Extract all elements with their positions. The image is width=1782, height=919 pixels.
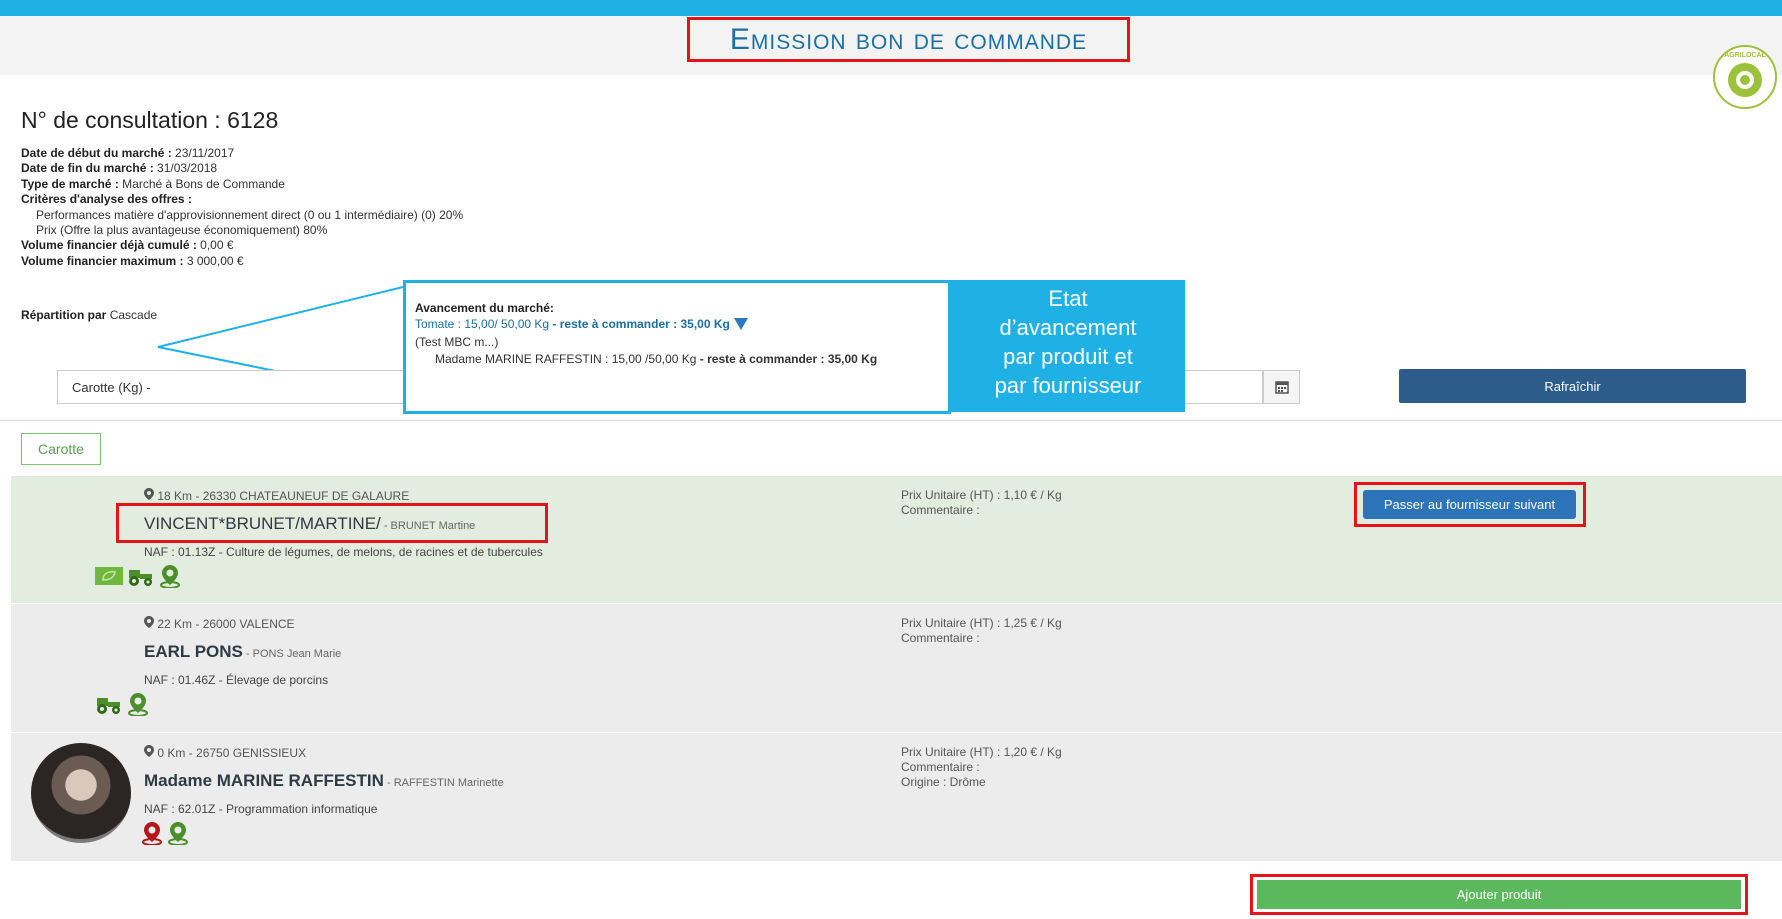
repartition: Répartition par Cascade xyxy=(21,308,157,322)
date-start-label: Date de début du marché : xyxy=(21,146,176,160)
supplier-location: 22 Km - 26000 VALENCE xyxy=(144,616,295,631)
supplier-comment: Commentaire : xyxy=(901,760,980,774)
map-pin-icon xyxy=(128,693,148,716)
volume-max: 3 000,00 € xyxy=(186,253,244,268)
location-text: 0 Km - 26750 GENISSIEUX xyxy=(157,746,307,760)
criteria-item: Prix (Offre la plus avantageuse économiq… xyxy=(36,223,328,238)
annotation-callout: Etat d’avancement par produit et par fou… xyxy=(951,280,1185,412)
supplier-progress: Madame MARINE RAFFESTIN : 15,00 /50,00 K… xyxy=(435,352,697,366)
progress-popup: Avancement du marché: Tomate : 15,00/ 50… xyxy=(403,280,951,414)
product-progress: Tomate : 15,00/ 50,00 Kg xyxy=(415,317,550,331)
date-start: 23/11/2017 xyxy=(175,146,235,160)
tractor-icon xyxy=(97,698,120,714)
progress-header: Avancement du marché: xyxy=(415,301,554,315)
supplier-price: Prix Unitaire (HT) : 1,25 € / Kg xyxy=(901,616,1062,630)
supplier-contact: - RAFFESTIN Marinette xyxy=(383,777,504,789)
volume-max-label: Volume financier maximum : xyxy=(21,253,187,268)
supplier-name-highlight xyxy=(116,503,548,543)
volume-cumul-label: Volume financier déjà cumulé : xyxy=(21,238,201,253)
callout-line: par produit et xyxy=(1003,344,1133,369)
supplier-row[interactable]: 22 Km - 26000 VALENCE EARL PONS - PONS J… xyxy=(11,604,1782,732)
supplier-origin: Origine : Drôme xyxy=(901,775,986,789)
market-type-label: Type de marché : xyxy=(21,176,123,191)
callout-line: Etat xyxy=(1048,286,1088,311)
supplier-remaining: - reste à commander : 35,00 Kg xyxy=(696,352,878,366)
consultation-info: Date de début du marché : 23/11/2017 Dat… xyxy=(21,146,463,269)
location-icon xyxy=(144,488,154,500)
supplier-price: Prix Unitaire (HT) : 1,10 € / Kg xyxy=(901,488,1062,502)
expand-triangle-icon[interactable] xyxy=(733,318,748,330)
supplier-location: 18 Km - 26330 CHATEAUNEUF DE GALAURE xyxy=(144,488,409,503)
refresh-button[interactable]: Rafraîchir xyxy=(1399,369,1746,403)
supplier-icons xyxy=(141,821,189,845)
date-end: 31/03/2018 xyxy=(157,161,218,176)
product-filter-input[interactable]: Carotte (Kg) - xyxy=(57,370,417,404)
location-icon xyxy=(144,616,154,628)
criteria-item: Performances matière d'approvisionnement… xyxy=(36,207,464,222)
supplier-naf: NAF : 01.46Z - Élevage de porcins xyxy=(144,673,329,687)
supplier-price: Prix Unitaire (HT) : 1,20 € / Kg xyxy=(901,745,1062,759)
consultation-number: N° de consultation : 6128 xyxy=(21,107,279,133)
supplier-location: 0 Km - 26750 GENISSIEUX xyxy=(144,745,306,760)
next-supplier-button[interactable]: Passer au fournisseur suivant xyxy=(1363,490,1576,519)
supplier-name-line: Madame MARINE RAFFESTIN - RAFFESTIN Mari… xyxy=(144,771,504,791)
supplier-comment: Commentaire : xyxy=(901,503,980,517)
bio-icon xyxy=(95,567,123,585)
logo-text: AGRILOCAL xyxy=(1724,52,1766,59)
product-remaining: - reste à commander : 35,00 Kg xyxy=(549,317,730,331)
top-color-bar xyxy=(0,0,1782,16)
page-title: Emission bon de commande xyxy=(729,22,1088,56)
date-end-label: Date de fin du marché : xyxy=(21,161,158,176)
market-type: Marché à Bons de Commande xyxy=(122,176,285,191)
tab-carotte[interactable]: Carotte xyxy=(21,433,101,465)
tractor-icon xyxy=(129,570,152,586)
avatar xyxy=(31,743,131,843)
supplier-price-block: Prix Unitaire (HT) : 1,25 € / Kg Comment… xyxy=(901,616,1062,646)
location-icon xyxy=(144,745,154,757)
supplier-icons xyxy=(95,692,149,716)
supplier-comment: Commentaire : xyxy=(901,631,980,645)
test-line: (Test MBC m...) xyxy=(415,335,499,349)
supplier-naf: NAF : 01.13Z - Culture de légumes, de me… xyxy=(144,545,543,559)
callout-line: d’avancement xyxy=(999,315,1137,340)
agrilocal-logo: AGRILOCAL xyxy=(1713,45,1777,109)
supplier-price-block: Prix Unitaire (HT) : 1,20 € / Kg Comment… xyxy=(901,745,1062,790)
supplier-contact: - PONS Jean Marie xyxy=(242,648,342,660)
calendar-button[interactable] xyxy=(1263,370,1300,404)
red-map-pin-icon xyxy=(142,822,162,845)
supplier-name[interactable]: Madame MARINE RAFFESTIN xyxy=(144,771,384,790)
repartition-label: Répartition par xyxy=(21,308,110,322)
divider xyxy=(0,420,1782,421)
map-pin-icon xyxy=(168,822,188,845)
supplier-row[interactable]: 0 Km - 26750 GENISSIEUX Madame MARINE RA… xyxy=(11,733,1782,861)
supplier-icons xyxy=(95,564,181,588)
supplier-price-block: Prix Unitaire (HT) : 1,10 € / Kg Comment… xyxy=(901,488,1062,518)
volume-cumul: 0,00 € xyxy=(200,238,234,253)
supplier-name[interactable]: EARL PONS xyxy=(144,642,243,661)
page-title-box: Emission bon de commande xyxy=(687,17,1130,62)
date-filter-input[interactable] xyxy=(1185,370,1263,404)
location-text: 22 Km - 26000 VALENCE xyxy=(157,617,295,631)
callout-line: par fournisseur xyxy=(994,373,1142,398)
supplier-name-line: EARL PONS - PONS Jean Marie xyxy=(144,642,341,662)
supplier-naf: NAF : 62.01Z - Programmation informatiqu… xyxy=(144,802,378,816)
location-text: 18 Km - 26330 CHATEAUNEUF DE GALAURE xyxy=(157,489,410,503)
repartition-link[interactable]: Cascade xyxy=(110,308,157,322)
add-product-button[interactable]: Ajouter produit xyxy=(1257,880,1741,909)
map-pin-icon xyxy=(160,565,180,588)
calendar-icon xyxy=(1274,381,1289,394)
criteria-label: Critères d'analyse des offres : xyxy=(21,192,192,207)
